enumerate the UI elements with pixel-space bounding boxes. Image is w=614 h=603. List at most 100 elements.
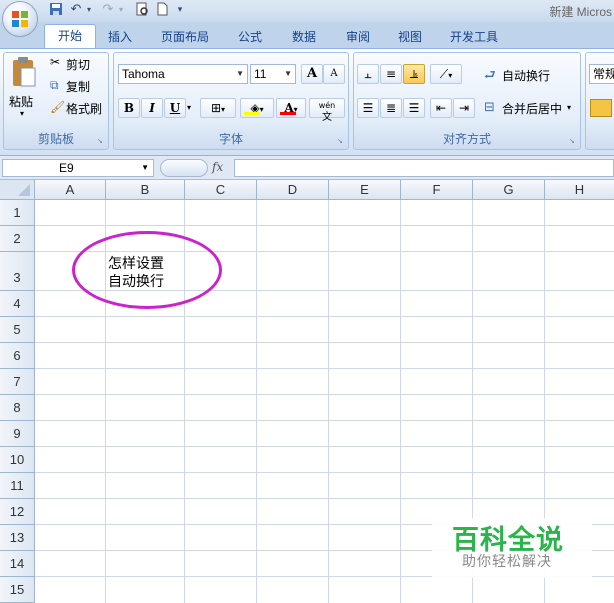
merge-center-icon: ⊟ [484,100,495,115]
chevron-down-icon[interactable]: ▼ [236,65,244,83]
gridline [35,225,614,226]
copy-button[interactable]: 复制 [66,78,90,95]
chevron-down-icon[interactable]: ▾ [448,71,452,80]
chevron-down-icon[interactable]: ▾ [221,105,225,114]
underline-button[interactable]: U [164,98,186,118]
row-header-10[interactable]: 10 [0,447,35,473]
chevron-down-icon[interactable]: ▾ [260,105,264,114]
row-header-6[interactable]: 6 [0,343,35,369]
cut-button[interactable]: 剪切 [66,56,90,73]
row-header-7[interactable]: 7 [0,369,35,395]
phonetic-button[interactable]: wén 文 [309,98,345,123]
row-header-4[interactable]: 4 [0,291,35,317]
font-color-swatch [280,112,296,115]
format-painter-icon: 🖌 [50,100,66,114]
row-header-3[interactable]: 3 [0,252,35,291]
tab-page-layout[interactable]: 页面布局 [152,26,218,48]
new-doc-icon[interactable] [154,2,170,18]
bold-button[interactable]: B [118,98,140,118]
print-preview-icon[interactable] [134,2,150,18]
paste-icon[interactable] [10,56,38,90]
tab-data[interactable]: 数据 [284,26,324,48]
number-format-combo[interactable]: 常规 [589,64,614,84]
grow-font-button[interactable]: A [301,64,323,84]
tab-home[interactable]: 开始 [44,24,96,50]
merge-dropdown-icon[interactable]: ▾ [567,103,571,112]
font-launcher-icon[interactable]: ↘ [337,137,345,145]
shrink-font-button[interactable]: A [323,64,345,84]
select-all-corner[interactable] [0,180,35,200]
font-name-combo[interactable]: Tahoma ▼ [118,64,248,84]
row-header-1[interactable]: 1 [0,200,35,226]
align-top-icon[interactable]: ⫠ [357,64,379,84]
column-header-h[interactable]: H [545,180,614,200]
row-header-14[interactable]: 14 [0,551,35,577]
font-color-button[interactable]: A▾ [276,98,306,118]
alignment-launcher-icon[interactable]: ↘ [569,137,577,145]
column-header-e[interactable]: E [329,180,401,200]
row-header-15[interactable]: 15 [0,577,35,603]
office-button[interactable] [2,1,38,37]
row-header-13[interactable]: 13 [0,525,35,551]
align-bottom-icon[interactable]: ⫡ [403,64,425,84]
formula-input[interactable] [234,159,614,177]
decrease-indent-icon[interactable]: ⇤ [430,98,452,118]
column-header-f[interactable]: F [401,180,473,200]
column-header-g[interactable]: G [473,180,545,200]
row-header-2[interactable]: 2 [0,226,35,252]
redo-icon[interactable]: ↷ [100,2,116,18]
italic-button[interactable]: I [141,98,163,118]
row-header-12[interactable]: 12 [0,499,35,525]
gridline [400,200,401,603]
formula-expand-handle[interactable] [160,159,208,177]
chevron-down-icon[interactable]: ▼ [141,160,149,176]
number-format-value: 常规 [593,67,614,81]
increase-indent-icon[interactable]: ⇥ [453,98,475,118]
alignment-group-label: 对齐方式 [442,132,491,146]
format-painter-button[interactable]: 格式刷 [66,100,102,117]
paste-dropdown-icon[interactable]: ▾ [20,109,24,118]
undo-dropdown-icon[interactable]: ▾ [84,2,94,18]
gridline [35,498,614,499]
row-header-11[interactable]: 11 [0,473,35,499]
tab-review[interactable]: 审阅 [338,26,378,48]
row-header-9[interactable]: 9 [0,421,35,447]
chevron-down-icon[interactable]: ▼ [284,65,292,83]
font-size-combo[interactable]: 11 ▼ [250,64,296,84]
save-icon[interactable] [48,2,64,18]
wrap-text-button[interactable]: 自动换行 [502,67,550,84]
borders-button[interactable]: ⊞▾ [200,98,236,118]
copy-icon: ⧉ [50,78,59,92]
gridline [35,472,614,473]
tab-view[interactable]: 视图 [390,26,430,48]
orientation-icon[interactable]: ⟋▾ [430,64,462,84]
column-header-c[interactable]: C [185,180,257,200]
clipboard-launcher-icon[interactable]: ↘ [97,137,105,145]
align-center-icon[interactable]: ≣ [380,98,402,118]
row-header-8[interactable]: 8 [0,395,35,421]
name-box[interactable]: E9 ▼ [2,159,154,177]
borders-icon: ⊞ [210,101,222,115]
font-name-value: Tahoma [122,67,165,81]
merge-center-button[interactable]: 合并后居中 [502,100,562,117]
underline-dropdown-icon[interactable]: ▾ [187,103,191,112]
paste-button[interactable]: 粘贴 [9,93,33,110]
fill-color-button[interactable]: ◈▾ [240,98,274,118]
tab-insert[interactable]: 插入 [100,26,140,48]
currency-icon[interactable] [590,99,612,117]
align-right-icon[interactable]: ☰ [403,98,425,118]
fill-color-swatch [244,112,260,115]
align-middle-icon[interactable]: ≡ [380,64,402,84]
customize-qat-icon[interactable]: ▾ [172,2,188,18]
column-header-b[interactable]: B [106,180,185,200]
row-header-5[interactable]: 5 [0,317,35,343]
font-group-label: 字体 [218,132,243,146]
column-header-d[interactable]: D [257,180,329,200]
tab-developer[interactable]: 开发工具 [444,26,504,48]
column-header-a[interactable]: A [35,180,106,200]
redo-dropdown-icon[interactable]: ▾ [116,2,126,18]
tab-formulas[interactable]: 公式 [230,26,270,48]
undo-icon[interactable]: ↶ [68,2,84,18]
align-left-icon[interactable]: ☰ [357,98,379,118]
insert-function-button[interactable]: fx [212,160,223,174]
